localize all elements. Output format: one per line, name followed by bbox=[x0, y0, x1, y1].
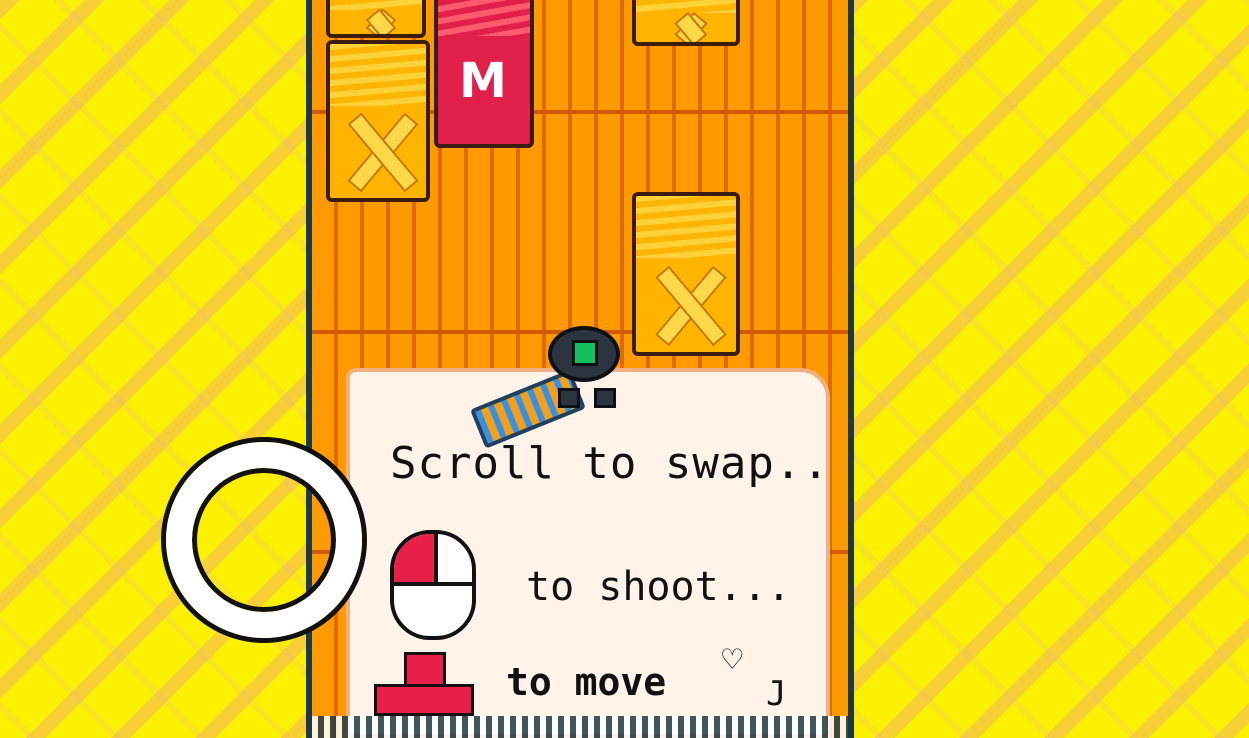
tutorial-panel: Scroll to swap.. to shoot... to move ♡ J bbox=[346, 368, 830, 738]
game-arena: M Scroll to swap.. to shoot... to move ♡… bbox=[306, 0, 854, 738]
tutorial-shoot-text: to shoot... bbox=[526, 564, 791, 610]
wooden-crate bbox=[326, 40, 430, 202]
wasd-keys-icon bbox=[374, 652, 474, 722]
explosive-crate: M bbox=[434, 0, 534, 148]
crate-glyph: M bbox=[459, 53, 509, 109]
mouse-icon bbox=[390, 530, 476, 640]
left-click-icon bbox=[394, 534, 438, 586]
wooden-crate bbox=[326, 0, 426, 38]
wooden-crate bbox=[632, 0, 740, 46]
tutorial-move-text: to move bbox=[506, 660, 667, 704]
player-robot bbox=[548, 326, 620, 408]
heart-icon: ♡ bbox=[722, 640, 743, 680]
signature: J bbox=[766, 674, 787, 714]
tutorial-scroll-text: Scroll to swap.. bbox=[390, 438, 830, 489]
wooden-crate bbox=[632, 192, 740, 356]
robot-eye bbox=[572, 340, 598, 366]
aim-reticle bbox=[166, 442, 362, 638]
checkered-edge bbox=[312, 716, 848, 738]
